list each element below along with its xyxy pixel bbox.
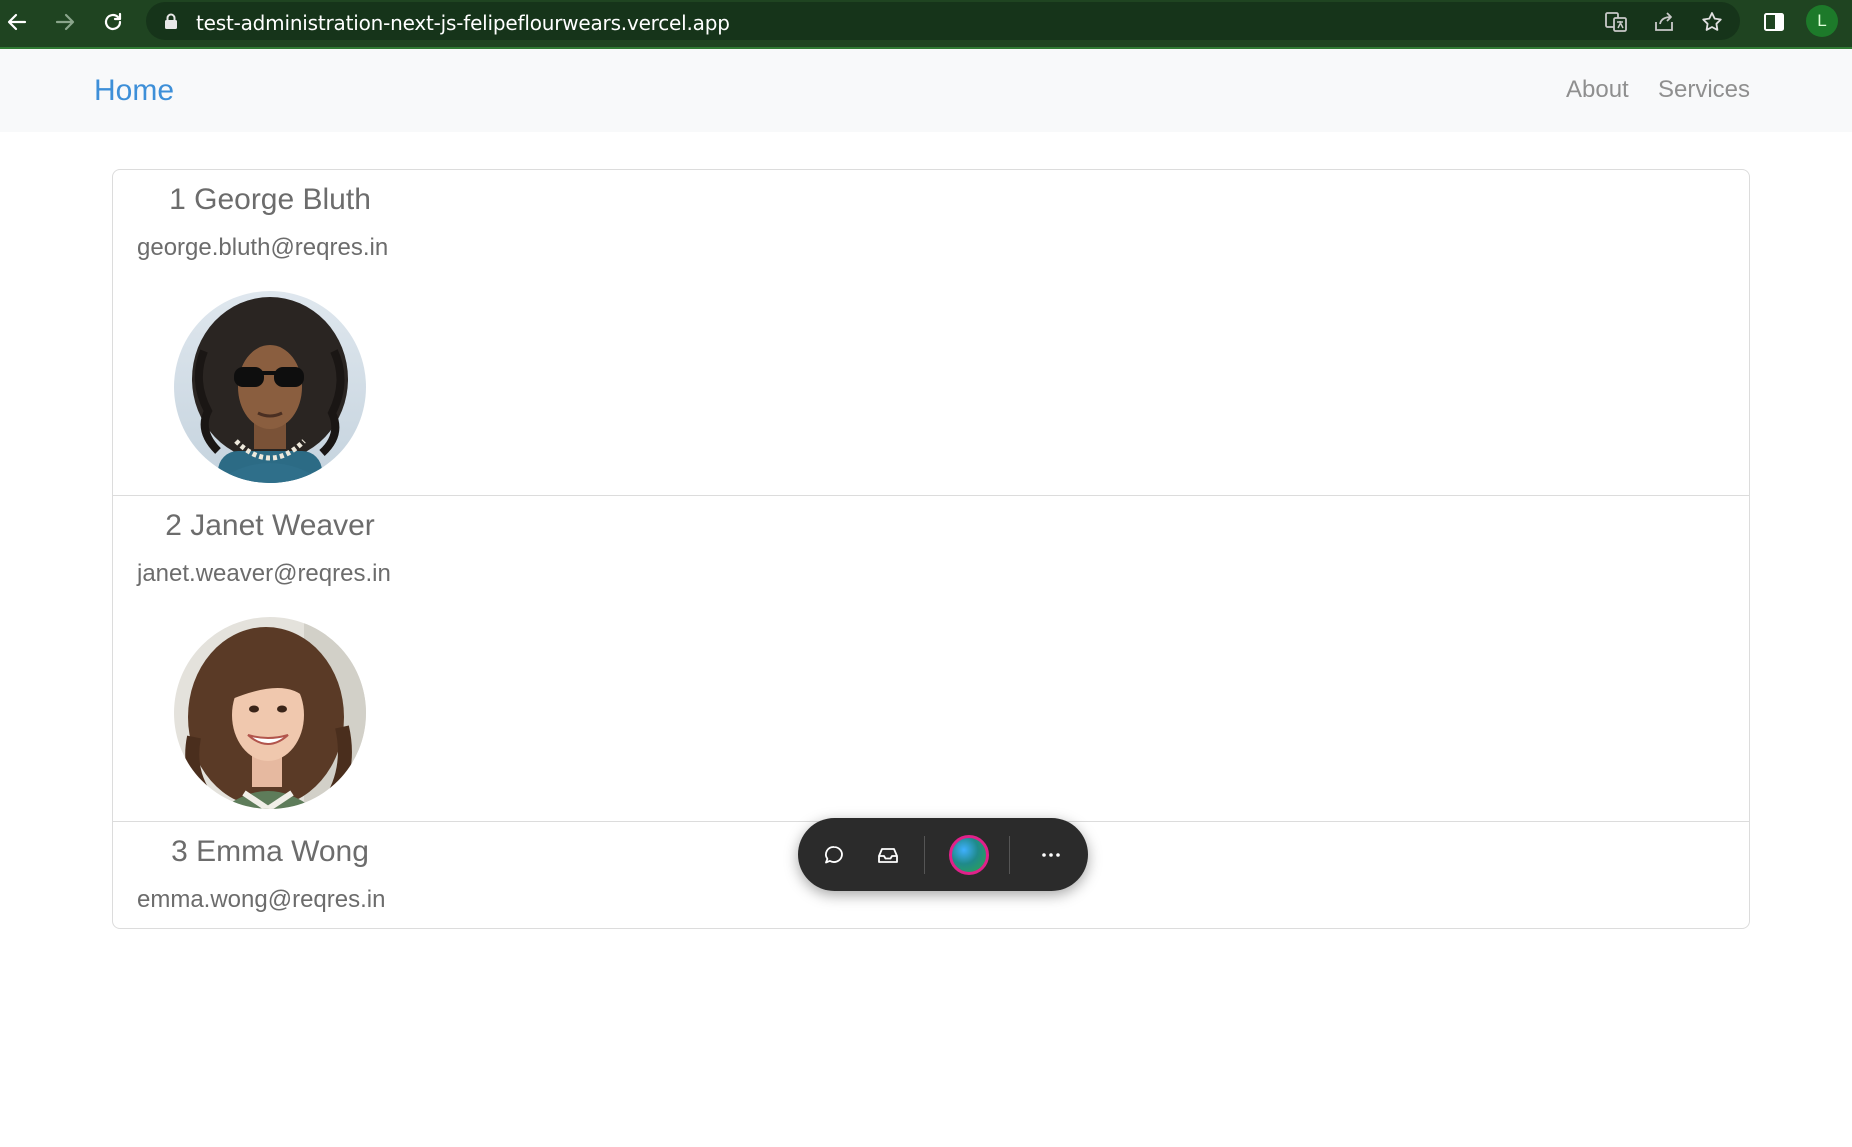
back-button[interactable]: [0, 5, 34, 39]
browser-toolbar: test-administration-next-js-felipeflourw…: [0, 0, 1852, 49]
user-list: 1 George Bluth george.bluth@reqres.in 2 …: [112, 169, 1750, 929]
toolbar-divider: [1009, 836, 1010, 874]
more-options-icon[interactable]: [1032, 836, 1070, 874]
nav-services-link[interactable]: Services: [1658, 76, 1750, 104]
user-email: george.bluth@reqres.in: [137, 234, 389, 261]
toolbar-divider: [924, 836, 925, 874]
user-avatar-photo: [174, 291, 366, 483]
comment-icon[interactable]: [815, 836, 853, 874]
site-navbar: Home About Services: [0, 49, 1852, 132]
avatar-orb[interactable]: [949, 835, 989, 875]
star-icon[interactable]: [1700, 10, 1724, 34]
forward-arrow-icon: [55, 13, 75, 31]
profile-initial: L: [1817, 11, 1827, 30]
floating-toolbar: [798, 818, 1088, 891]
user-title: 1 George Bluth: [169, 183, 371, 216]
url-text: test-administration-next-js-felipeflourw…: [196, 11, 730, 35]
user-title: 2 Janet Weaver: [165, 509, 375, 542]
user-avatar-photo: [174, 617, 366, 809]
user-title: 3 Emma Wong: [171, 835, 369, 868]
address-bar[interactable]: test-administration-next-js-felipeflourw…: [146, 2, 1740, 40]
inbox-icon[interactable]: [869, 836, 907, 874]
nav-about-link[interactable]: About: [1566, 76, 1629, 104]
back-arrow-icon: [7, 13, 27, 31]
reload-icon: [104, 12, 122, 31]
translate-icon[interactable]: [1604, 10, 1628, 34]
reload-button[interactable]: [96, 5, 130, 39]
user-card: 2 Janet Weaver janet.weaver@reqres.in: [113, 496, 1749, 822]
share-icon[interactable]: [1652, 10, 1676, 34]
user-email: janet.weaver@reqres.in: [137, 560, 391, 587]
lock-icon: [164, 13, 178, 35]
profile-avatar[interactable]: L: [1806, 5, 1838, 37]
user-email: emma.wong@reqres.in: [137, 886, 386, 913]
user-card: 1 George Bluth george.bluth@reqres.in: [113, 170, 1749, 496]
forward-button[interactable]: [48, 5, 82, 39]
nav-home-link[interactable]: Home: [94, 74, 174, 108]
side-panel-icon[interactable]: [1760, 8, 1788, 36]
